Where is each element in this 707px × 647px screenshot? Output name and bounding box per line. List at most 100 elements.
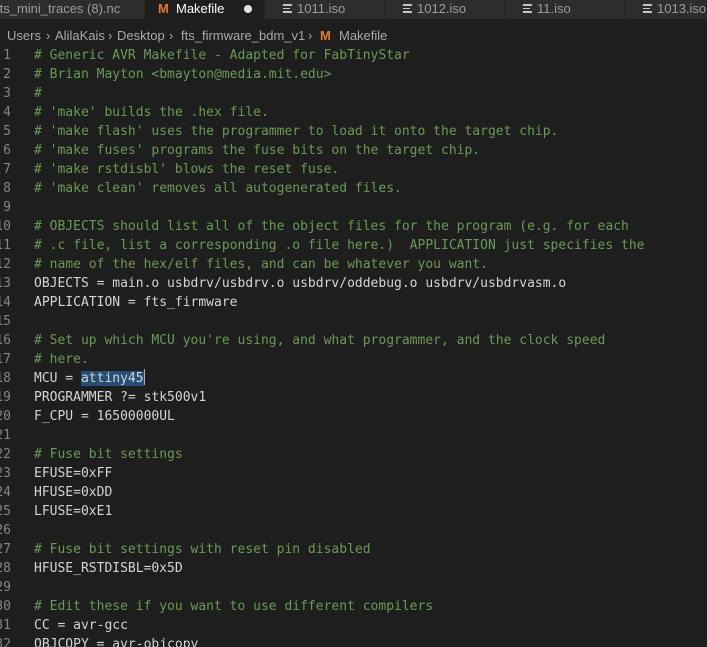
code-line[interactable]: 28 HFUSE_RSTDISBL=0x5D bbox=[0, 559, 707, 578]
tab-label: fts_mini_traces (8).nc bbox=[0, 1, 121, 16]
comment-text: # here. bbox=[34, 352, 89, 367]
line-number: 27 bbox=[0, 542, 11, 557]
comment-text: # bbox=[34, 86, 42, 101]
code-line[interactable]: 2 # Brian Mayton <bmayton@media.mit.edu> bbox=[0, 65, 707, 84]
comment-text: # Set up which MCU you're using, and wha… bbox=[34, 333, 606, 348]
tab-label: 11.iso bbox=[537, 1, 571, 16]
line-number: 12 bbox=[0, 257, 11, 272]
code-line[interactable]: 3 # bbox=[0, 84, 707, 103]
code-line[interactable]: 13 OBJECTS = main.o usbdrv/usbdrv.o usbdr… bbox=[0, 274, 707, 293]
unsaved-dot-icon[interactable] bbox=[244, 5, 252, 13]
code-line[interactable]: 31 CC = avr-gcc bbox=[0, 616, 707, 635]
code-line[interactable]: 24 HFUSE=0xDD bbox=[0, 483, 707, 502]
file-lines-icon bbox=[283, 4, 292, 14]
tab-makefile[interactable]: M Makefile bbox=[146, 0, 265, 19]
line-number: 32 bbox=[0, 637, 11, 647]
line-number: 18 bbox=[0, 371, 11, 386]
code-line[interactable]: 17 # here. bbox=[0, 350, 707, 369]
line-number: 15 bbox=[0, 314, 11, 329]
code-editor[interactable]: 1 # Generic AVR Makefile - Adapted for Fa… bbox=[0, 46, 707, 647]
code-line[interactable]: 26 bbox=[0, 521, 707, 540]
tab-label: 1012.iso bbox=[417, 1, 467, 16]
code-line[interactable]: 21 bbox=[0, 426, 707, 445]
comment-text: # Fuse bit settings with reset pin disab… bbox=[34, 542, 371, 557]
line-number: 30 bbox=[0, 599, 11, 614]
line-number: 3 bbox=[3, 86, 11, 101]
breadcrumb: › Users › AlilaKais › Desktop › fts_firm… bbox=[0, 19, 707, 46]
breadcrumb-item-file[interactable]: Makefile bbox=[339, 19, 387, 46]
comment-text: # Generic AVR Makefile - Adapted for Fab… bbox=[34, 48, 410, 63]
code-line[interactable]: 27 # Fuse bit settings with reset pin dis… bbox=[0, 540, 707, 559]
code-line[interactable]: 29 bbox=[0, 578, 707, 597]
comment-text: # name of the hex/elf files, and can be … bbox=[34, 257, 488, 272]
breadcrumb-item-users[interactable]: Users bbox=[7, 19, 41, 46]
code-text: HFUSE_RSTDISBL=0x5D bbox=[34, 561, 183, 576]
comment-text: # .c file, list a corresponding .o file … bbox=[34, 238, 645, 253]
line-number: 6 bbox=[3, 143, 11, 158]
code-line[interactable]: 22 # Fuse bit settings bbox=[0, 445, 707, 464]
code-line[interactable]: 12 # name of the hex/elf files, and can b… bbox=[0, 255, 707, 274]
tab-1012-iso[interactable]: 1012.iso bbox=[386, 0, 505, 19]
code-text: MCU = bbox=[34, 371, 81, 386]
comment-text: # 'make clean' removes all autogenerated… bbox=[34, 181, 402, 196]
line-number: 29 bbox=[0, 580, 11, 595]
line-number: 5 bbox=[3, 124, 11, 139]
code-line[interactable]: 18 MCU = attiny45 bbox=[0, 369, 707, 388]
code-line[interactable]: 20 F_CPU = 16500000UL bbox=[0, 407, 707, 426]
code-text: APPLICATION = fts_firmware bbox=[34, 295, 238, 310]
line-number: 13 bbox=[0, 276, 11, 291]
comment-text: # 'make rstdisbl' blows the reset fuse. bbox=[34, 162, 340, 177]
breadcrumb-item-alilakais[interactable]: AlilaKais bbox=[55, 19, 105, 46]
line-number: 14 bbox=[0, 295, 11, 310]
comment-text: # OBJECTS should list all of the object … bbox=[34, 219, 629, 234]
file-lines-icon bbox=[523, 4, 532, 14]
chevron-right-icon: › bbox=[169, 28, 174, 43]
chevron-right-icon: › bbox=[46, 28, 51, 43]
code-text: PROGRAMMER ?= stk500v1 bbox=[34, 390, 207, 405]
code-line[interactable]: 10 # OBJECTS should list all of the objec… bbox=[0, 217, 707, 236]
code-text: HFUSE=0xDD bbox=[34, 485, 113, 500]
tab-11-iso[interactable]: 11.iso bbox=[506, 0, 625, 19]
line-number: 31 bbox=[0, 618, 11, 633]
code-line[interactable]: 32 OBJCOPY = avr-objcopy bbox=[0, 635, 707, 647]
code-line[interactable]: 4 # 'make' builds the .hex file. bbox=[0, 103, 707, 122]
comment-text: # 'make flash' uses the programmer to lo… bbox=[34, 124, 559, 139]
line-number: 16 bbox=[0, 333, 11, 348]
code-line[interactable]: 16 # Set up which MCU you're using, and w… bbox=[0, 331, 707, 350]
tab-label: 1013.iso bbox=[657, 1, 707, 16]
code-line[interactable]: 30 # Edit these if you want to use differ… bbox=[0, 597, 707, 616]
code-line[interactable]: 15 bbox=[0, 312, 707, 331]
code-text: OBJECTS = main.o usbdrv/usbdrv.o usbdrv/… bbox=[34, 276, 567, 291]
text-cursor bbox=[143, 369, 145, 385]
line-number: 11 bbox=[0, 238, 11, 253]
line-number: 10 bbox=[0, 219, 11, 234]
selected-text[interactable]: attiny45 bbox=[80, 371, 144, 386]
line-number: 20 bbox=[0, 409, 11, 424]
line-number: 1 bbox=[3, 48, 11, 63]
code-line[interactable]: 5 # 'make flash' uses the programmer to l… bbox=[0, 122, 707, 141]
code-text: MCU = attiny45 bbox=[34, 369, 145, 388]
code-line[interactable]: 7 # 'make rstdisbl' blows the reset fuse. bbox=[0, 160, 707, 179]
code-line[interactable]: 9 bbox=[0, 198, 707, 217]
code-line[interactable]: 19 PROGRAMMER ?= stk500v1 bbox=[0, 388, 707, 407]
code-line[interactable]: 11 # .c file, list a corresponding .o fil… bbox=[0, 236, 707, 255]
comment-text: # 'make fuses' programs the fuse bits on… bbox=[34, 143, 481, 158]
line-number: 23 bbox=[0, 466, 11, 481]
line-number: 19 bbox=[0, 390, 11, 405]
code-line[interactable]: 8 # 'make clean' removes all autogenerate… bbox=[0, 179, 707, 198]
tab-1013-iso[interactable]: 1013.iso bbox=[626, 0, 707, 19]
comment-text: # Edit these if you want to use differen… bbox=[34, 599, 434, 614]
code-text: OBJCOPY = avr-objcopy bbox=[34, 637, 199, 647]
code-line[interactable]: 14 APPLICATION = fts_firmware bbox=[0, 293, 707, 312]
line-number: 26 bbox=[0, 523, 11, 538]
tab-1011-iso[interactable]: 1011.iso bbox=[266, 0, 385, 19]
tab-fts-mini-traces[interactable]: fts_mini_traces (8).nc bbox=[0, 0, 145, 19]
tab-label: Makefile bbox=[176, 1, 225, 16]
code-line[interactable]: 25 LFUSE=0xE1 bbox=[0, 502, 707, 521]
tab-label: 1011.iso bbox=[297, 1, 346, 16]
breadcrumb-item-desktop[interactable]: Desktop bbox=[117, 19, 165, 46]
code-line[interactable]: 6 # 'make fuses' programs the fuse bits o… bbox=[0, 141, 707, 160]
code-line[interactable]: 1 # Generic AVR Makefile - Adapted for Fa… bbox=[0, 46, 707, 65]
breadcrumb-item-folder[interactable]: fts_firmware_bdm_v1 bbox=[181, 19, 305, 46]
code-line[interactable]: 23 EFUSE=0xFF bbox=[0, 464, 707, 483]
